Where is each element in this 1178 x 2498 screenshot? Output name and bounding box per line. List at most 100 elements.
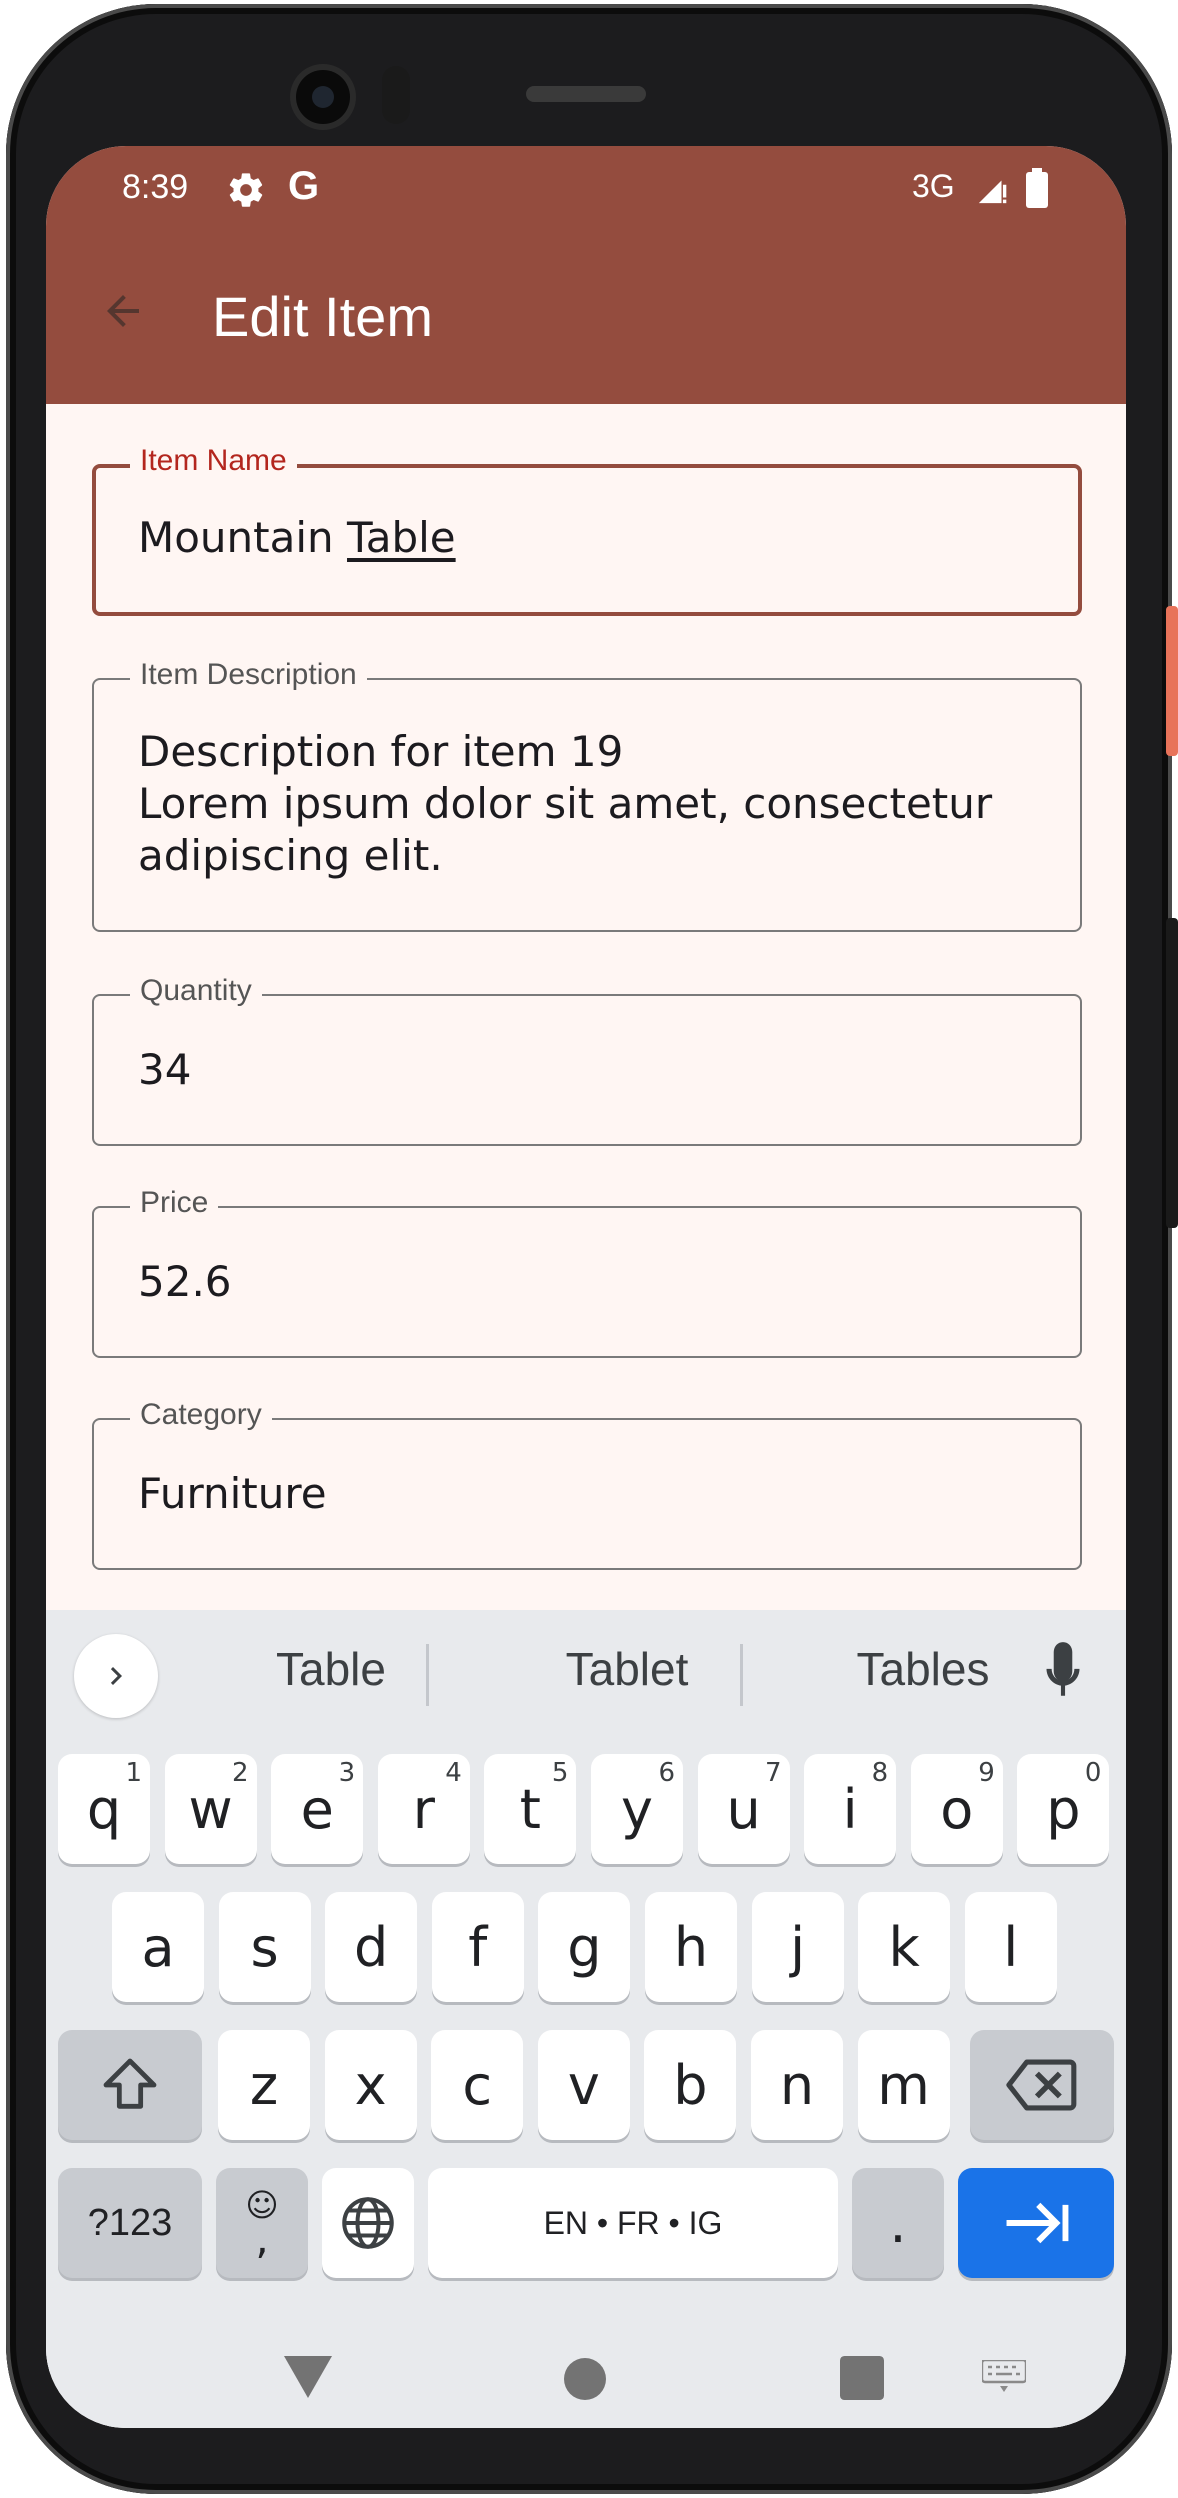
category-field[interactable]: Category Furniture [92,1398,1082,1570]
quantity-label: Quantity [130,974,262,1008]
suggestion-divider [426,1644,429,1706]
item-name-value[interactable]: Mountain Table [138,512,456,564]
symbols-key[interactable]: ?123 [58,2168,202,2278]
key-hint: 5 [551,1758,569,1788]
key-f[interactable]: f [431,1892,524,2002]
key-hint: 6 [658,1758,675,1788]
key-v[interactable]: v [537,2030,630,2140]
next-field-key[interactable] [958,2168,1114,2278]
key-label: t [519,1777,541,1841]
key-z[interactable]: z [218,2030,310,2140]
earpiece-speaker [526,86,646,102]
cell-signal-icon [978,180,1007,204]
back-triangle-icon[interactable] [282,2354,334,2400]
network-type: 3G [912,168,955,204]
key-t[interactable]: t5 [484,1754,577,1864]
price-field[interactable]: Price 52.6 [92,1186,1082,1358]
proximity-sensor [382,66,410,124]
tab-arrow-icon [1006,2202,1069,2244]
settings-gear-icon [229,173,263,207]
key-label: i [842,1777,858,1841]
item-description-value[interactable]: Description for item 19 Lorem ipsum dolo… [138,726,992,882]
key-m[interactable]: m [857,2030,950,2140]
back-button[interactable] [88,276,158,346]
category-label: Category [130,1398,272,1432]
language-switch-key[interactable] [322,2168,414,2278]
key-label: r [412,1777,435,1841]
suggestion-3[interactable]: Tables [778,1642,1068,1696]
key-hint: 3 [338,1758,356,1788]
key-k[interactable]: k [858,1892,951,2002]
key-n[interactable]: n [751,2030,843,2140]
app-top-bar: 8:39 G 3G Edit Item [46,146,1126,404]
category-value[interactable]: Furniture [138,1468,327,1520]
globe-icon [342,2197,394,2249]
key-g[interactable]: g [538,1892,631,2002]
item-name-label: Item Name [130,444,297,478]
key-h[interactable]: h [645,1892,737,2002]
key-c[interactable]: c [431,2030,524,2140]
backspace-key[interactable] [970,2030,1114,2140]
suggestion-1[interactable]: Table [186,1642,476,1696]
period-key[interactable]: . [852,2168,944,2278]
key-x[interactable]: x [324,2030,417,2140]
key-hint: 9 [978,1758,995,1788]
front-camera [296,70,350,124]
key-w[interactable]: w2 [164,1754,257,1864]
keyboard-switch-icon[interactable] [982,2360,1026,2394]
price-label: Price [130,1186,219,1220]
space-bar[interactable]: EN • FR • IG [428,2168,838,2278]
key-hint: 1 [125,1758,142,1788]
key-label: o [940,1777,974,1841]
key-l[interactable]: l [964,1892,1057,2002]
key-b[interactable]: b [644,2030,737,2140]
suggestion-divider [740,1644,743,1706]
chevron-right-icon [110,1667,122,1685]
home-circle-icon[interactable] [564,2358,606,2400]
google-icon: G [288,164,320,208]
emoji-comma-key[interactable]: ☺ , [216,2168,308,2278]
key-d[interactable]: d [325,1892,418,2002]
shift-arrow-icon [103,2058,157,2109]
key-u[interactable]: u7 [697,1754,790,1864]
item-description-field[interactable]: Item Description Description for item 19… [92,658,1082,932]
recents-square-icon[interactable] [840,2356,884,2400]
suggestions-expand-button[interactable] [74,1634,158,1718]
comma-label: , [255,2214,269,2263]
key-e[interactable]: e3 [271,1754,364,1864]
arrow-back-icon [107,295,139,327]
power-button [1166,606,1178,756]
key-hint: 0 [1084,1758,1102,1788]
key-label: y [621,1777,653,1841]
key-label: e [300,1777,334,1841]
microphone-icon[interactable] [1038,1640,1088,1706]
suggestion-2[interactable]: Tablet [482,1642,772,1696]
composing-word: Table [347,513,456,562]
screen: 8:39 G 3G Edit Item Item Name Mountain T… [46,146,1126,2428]
key-hint: 8 [871,1758,889,1788]
key-hint: 7 [765,1758,782,1788]
item-name-field[interactable]: Item Name Mountain Table [92,444,1082,616]
key-i[interactable]: i8 [804,1754,897,1864]
battery-icon [1026,168,1048,208]
key-label: p [1046,1777,1081,1841]
key-r[interactable]: r4 [377,1754,470,1864]
key-label: w [188,1777,233,1841]
soft-keyboard: Table Tablet Tables q1w2e3r4t5y6u7i8o9p0… [46,1610,1126,2428]
key-hint: 2 [232,1758,249,1788]
key-label: u [726,1777,761,1841]
quantity-field[interactable]: Quantity 34 [92,974,1082,1146]
price-value[interactable]: 52.6 [138,1256,232,1308]
key-j[interactable]: j [751,1892,844,2002]
key-s[interactable]: s [218,1892,311,2002]
system-navigation-bar [46,2326,1126,2428]
shift-key[interactable] [58,2030,202,2140]
backspace-icon [1006,2059,1077,2111]
key-a[interactable]: a [112,1892,204,2002]
status-time: 8:39 [122,168,189,206]
key-p[interactable]: p0 [1017,1754,1110,1864]
key-o[interactable]: o9 [910,1754,1003,1864]
key-q[interactable]: q1 [58,1754,150,1864]
key-y[interactable]: y6 [591,1754,683,1864]
quantity-value[interactable]: 34 [138,1044,191,1096]
